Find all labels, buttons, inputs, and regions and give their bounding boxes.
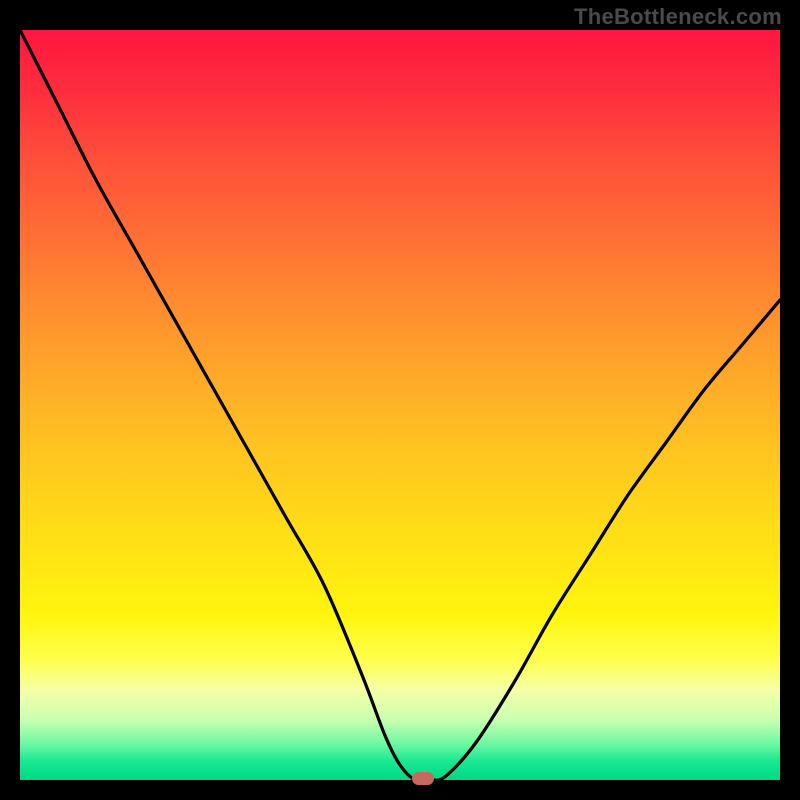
- chart-frame: TheBottleneck.com: [0, 0, 800, 800]
- optimum-marker: [412, 772, 434, 785]
- watermark-text: TheBottleneck.com: [574, 4, 782, 30]
- plot-area: [20, 30, 780, 780]
- bottleneck-curve: [20, 30, 780, 780]
